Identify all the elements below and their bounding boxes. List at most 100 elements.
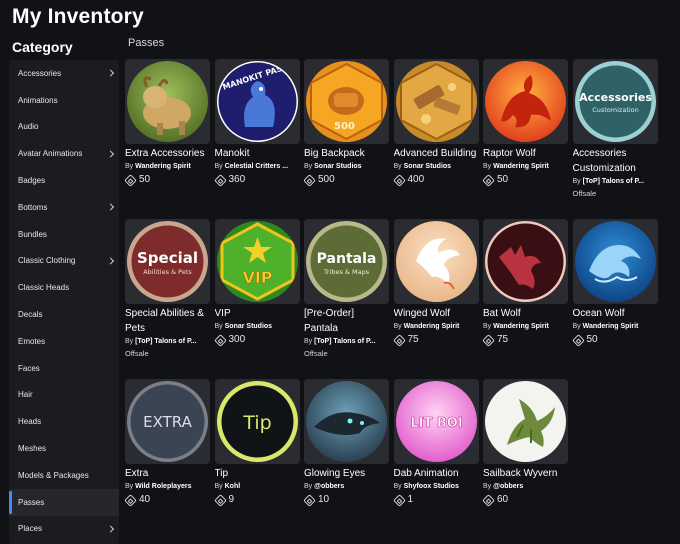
item-thumbnail[interactable]: 500 [304,59,389,144]
creator-link[interactable]: Shyfoox Studios [404,483,459,490]
item-creator: By Wandering Spirit [483,322,568,332]
item-name[interactable]: Glowing Eyes [304,466,389,481]
sidebar-item-places[interactable]: Places [9,516,119,543]
sidebar-item-heads[interactable]: Heads [9,408,119,435]
sidebar-item-animations[interactable]: Animations [9,87,119,114]
creator-link[interactable]: Wandering Spirit [135,163,191,170]
item-name[interactable]: Ocean Wolf [573,306,658,321]
creator-link[interactable]: [ToP] Talons of P... [135,338,196,345]
item-thumbnail[interactable] [483,59,568,144]
sidebar-item-decals[interactable]: Decals [9,301,119,328]
item-thumbnail[interactable]: Tip [214,379,300,464]
item-thumbnail[interactable] [483,379,568,464]
item-card[interactable]: Extra Accessories By Wandering Spirit 50 [124,59,210,187]
item-creator: By Sonar Studios [215,322,300,332]
item-thumbnail[interactable] [125,59,210,144]
sidebar-item-faces[interactable]: Faces [9,355,119,382]
sidebar-item-bottoms[interactable]: Bottoms [9,194,119,221]
sidebar-item-label: Models & Packages [18,470,89,480]
item-thumbnail[interactable] [393,59,479,144]
item-thumbnail[interactable]: LIT BOI [393,379,479,464]
item-price: 75 [482,333,568,347]
item-thumbnail[interactable]: MANOKIT PASS! [214,59,300,144]
creator-link[interactable]: [ToP] Talons of P... [314,338,375,345]
item-card[interactable]: Sailback Wyvern By @obbers 60 [482,379,568,507]
item-name[interactable]: Dab Animation [394,466,479,481]
chevron-right-icon [106,257,115,265]
item-card[interactable]: LIT BOI Dab Animation By Shyfoox Studios 1 [392,379,479,507]
item-card[interactable]: Pantala Tribes & Maps [Pre-Order] Pantala… [304,219,389,358]
item-thumbnail[interactable]: EXTRA [125,379,210,464]
item-card[interactable]: VIP VIP By Sonar Studios 300 [213,219,300,347]
offsale-label: Offsale [304,349,328,358]
item-thumbnail[interactable] [304,379,389,464]
creator-prefix: By [125,483,136,490]
item-card[interactable]: 500 Big Backpack By Sonar Studios 500 [303,59,389,187]
creator-link[interactable]: @obbers [314,483,344,490]
item-name[interactable]: Advanced Building [394,146,479,161]
item-thumbnail[interactable]: Special Abilities & Pets [125,219,210,304]
item-card[interactable]: Bat Wolf By Wandering Spirit 75 [482,219,568,347]
item-name[interactable]: Bat Wolf [483,306,568,321]
creator-link[interactable]: @obbers [493,483,523,490]
item-price: 50 [124,173,210,187]
item-name[interactable]: Extra [125,466,210,481]
item-name[interactable]: Accessories Customization [573,146,658,176]
sidebar-item-passes[interactable]: Passes [9,488,119,516]
sidebar-item-bundles[interactable]: Bundles [9,221,119,248]
item-name[interactable]: [Pre-Order] Pantala [304,306,389,336]
sidebar-item-classic-heads[interactable]: Classic Heads [9,274,119,301]
price-value: 50 [497,174,509,185]
item-name[interactable]: Tip [215,466,300,481]
creator-link[interactable]: [ToP] Talons of P... [583,178,644,185]
price-value: 60 [497,494,509,505]
item-name[interactable]: Extra Accessories [125,146,210,161]
creator-link[interactable]: Wandering Spirit [404,323,460,330]
sidebar-item-audio[interactable]: Audio [9,114,119,141]
item-card[interactable]: Special Abilities & Pets Special Abilitie… [125,219,210,358]
item-card[interactable]: Glowing Eyes By @obbers 10 [303,379,389,507]
creator-link[interactable]: Sonar Studios [225,323,272,330]
item-name[interactable]: Raptor Wolf [483,146,568,161]
sidebar-item-avatar-animations[interactable]: Avatar Animations [9,140,119,167]
sidebar-item-classic-clothing[interactable]: Classic Clothing [9,248,119,275]
item-thumbnail[interactable]: VIP [214,219,300,304]
item-thumbnail[interactable] [572,219,658,304]
item-name[interactable]: VIP [215,306,300,321]
item-name[interactable]: Manokit [215,146,300,161]
item-thumbnail[interactable] [483,219,568,304]
item-name[interactable]: Winged Wolf [394,306,479,321]
chevron-right-icon [106,203,115,211]
sidebar-item-badges[interactable]: Badges [9,167,119,194]
creator-link[interactable]: Sonar Studios [314,163,361,170]
creator-link[interactable]: Wandering Spirit [493,323,549,330]
sidebar-item-emotes[interactable]: Emotes [9,328,119,355]
item-card[interactable]: Tip Tip By Kohl 9 [213,379,300,507]
item-name[interactable]: Special Abilities & Pets [125,306,210,336]
creator-prefix: By [393,163,404,170]
creator-link[interactable]: Wandering Spirit [493,163,549,170]
sidebar-item-models-packages[interactable]: Models & Packages [9,462,119,489]
item-card[interactable]: Winged Wolf By Wandering Spirit 75 [392,219,479,347]
item-name[interactable]: Big Backpack [304,146,389,161]
creator-link[interactable]: Sonar Studios [404,163,451,170]
creator-link[interactable]: Kohl [225,483,241,490]
creator-link[interactable]: Wandering Spirit [583,323,639,330]
item-thumbnail[interactable]: Pantala Tribes & Maps [304,219,389,304]
sidebar-item-label: Classic Heads [18,283,70,293]
item-card[interactable]: Ocean Wolf By Wandering Spirit 50 [571,219,658,347]
item-thumbnail[interactable]: Accessories Customization [572,59,658,144]
item-card[interactable]: Advanced Building By Sonar Studios 400 [392,59,479,187]
item-thumbnail[interactable] [393,219,479,304]
sidebar-item-meshes[interactable]: Meshes [9,435,119,462]
item-card[interactable]: MANOKIT PASS! Manokit By Celestial Critter… [213,59,300,187]
item-name[interactable]: Sailback Wyvern [483,466,568,481]
item-card[interactable]: Raptor Wolf By Wandering Spirit 50 [482,59,568,187]
sidebar-item-accessories[interactable]: Accessories [9,60,119,87]
item-card[interactable]: EXTRA Extra By Wild Roleplayers 40 [124,379,210,507]
creator-link[interactable]: Wild Roleplayers [135,483,191,490]
sidebar-item-hair[interactable]: Hair [9,382,119,409]
item-card[interactable]: Accessories Customization Accessories Cus… [572,59,658,198]
creator-link[interactable]: Celestial Critters ... [225,163,288,170]
svg-text:LIT BOI: LIT BOI [410,416,462,431]
